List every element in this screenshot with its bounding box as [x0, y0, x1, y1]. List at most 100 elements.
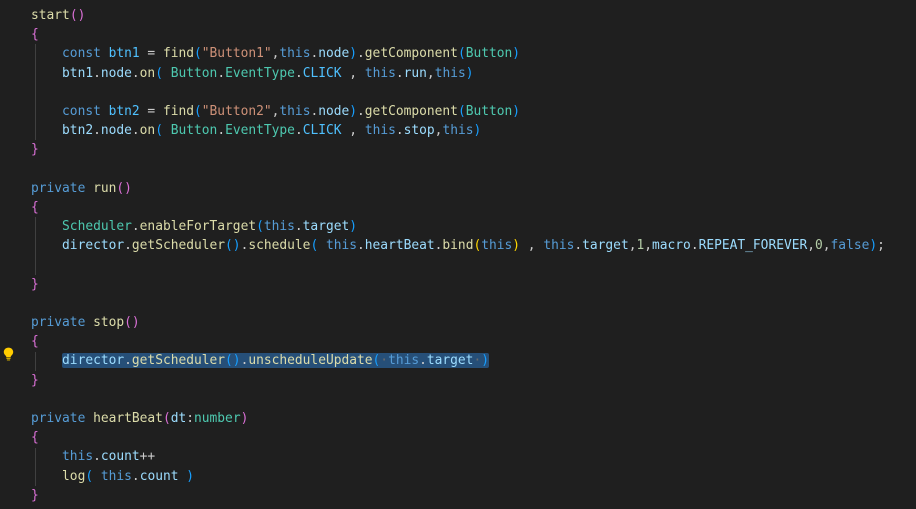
code-line[interactable]: }: [31, 371, 916, 390]
code-token: (): [124, 315, 140, 330]
code-token: (: [155, 65, 163, 81]
code-line[interactable]: this.count++: [31, 447, 916, 466]
code-token: find: [162, 46, 195, 62]
code-token: node: [318, 103, 350, 119]
code-token: ++: [139, 449, 156, 465]
code-token: .: [357, 103, 365, 119]
code-token: ): [481, 353, 489, 369]
code-token: this: [543, 238, 575, 254]
code-line[interactable]: btn2.node.on( Button.EventType.CLICK , t…: [31, 121, 916, 140]
code-line[interactable]: private heartBeat(dt:number): [31, 409, 916, 428]
code-token: CLICK: [302, 65, 342, 81]
code-line[interactable]: [31, 83, 916, 102]
code-token: ): [512, 46, 521, 62]
code-token: =: [139, 103, 163, 119]
code-line[interactable]: const btn1 = find("Button1",this.node).g…: [31, 44, 916, 63]
code-token: find: [162, 103, 195, 119]
code-token: btn2: [62, 123, 94, 139]
code-token: .: [131, 219, 140, 235]
code-token: .: [690, 238, 699, 254]
code-token: ): [349, 46, 358, 62]
code-token: }: [31, 142, 39, 158]
code-token: unscheduleUpdate: [248, 353, 373, 369]
code-token: private: [31, 180, 86, 196]
lightbulb-icon[interactable]: [3, 347, 14, 361]
code-line[interactable]: Scheduler.enableForTarget(this.target): [31, 217, 916, 236]
code-token: run: [403, 65, 427, 81]
code-line[interactable]: const btn2 = find("Button2",this.node).g…: [31, 102, 916, 121]
code-line[interactable]: private run(): [31, 179, 916, 198]
code-line[interactable]: [31, 294, 916, 313]
code-token: director: [62, 353, 125, 369]
code-line[interactable]: btn1.node.on( Button.EventType.CLICK , t…: [31, 64, 916, 83]
code-token: ,: [426, 65, 435, 81]
code-token: node: [318, 46, 350, 62]
code-token: run: [93, 180, 117, 196]
code-token: {: [31, 199, 39, 215]
code-token: ): [349, 103, 358, 119]
code-token: on: [139, 65, 156, 81]
code-token: .: [395, 65, 404, 81]
code-line[interactable]: director.getScheduler().unscheduleUpdate…: [31, 351, 916, 370]
indent-guide: [35, 44, 36, 141]
code-token: Button: [170, 123, 218, 139]
code-token: this: [279, 46, 311, 62]
code-line[interactable]: private stop(): [31, 313, 916, 332]
code-token: ): [512, 238, 521, 254]
code-token: .: [395, 123, 404, 139]
text-selection: director.getScheduler().unscheduleUpdate…: [62, 353, 489, 369]
code-token: on: [139, 123, 156, 139]
code-token: (: [194, 46, 202, 62]
code-token: number: [194, 410, 241, 426]
code-line[interactable]: director.getScheduler().schedule( this.h…: [31, 236, 916, 255]
code-token: const: [62, 103, 101, 119]
code-line[interactable]: start(): [31, 6, 916, 25]
code-token: log: [62, 468, 86, 484]
code-token: director: [62, 238, 125, 254]
code-line[interactable]: {: [31, 428, 916, 447]
code-token: this: [442, 123, 474, 139]
code-line[interactable]: }: [31, 140, 916, 159]
code-token: .: [131, 123, 140, 139]
code-line[interactable]: [31, 160, 916, 179]
code-line[interactable]: {: [31, 198, 916, 217]
code-token: .: [131, 468, 140, 484]
code-token: "Button1": [201, 46, 272, 62]
code-token: this: [388, 353, 420, 369]
code-token: getComponent: [364, 103, 458, 119]
code-token: REPEAT_FOREVER: [698, 238, 808, 254]
code-line[interactable]: }: [31, 275, 916, 294]
code-token: this: [100, 468, 132, 484]
code-token: {: [31, 334, 39, 350]
code-token: {: [31, 430, 39, 446]
code-token: ): [240, 410, 249, 426]
code-token: btn1: [62, 65, 94, 81]
code-token: }: [31, 372, 39, 388]
code-token: enableForTarget: [139, 219, 257, 235]
code-token: getScheduler: [131, 353, 226, 369]
code-token: .: [93, 65, 101, 81]
code-token: stop: [93, 315, 125, 330]
code-token: const: [62, 46, 101, 62]
code-token: (): [225, 238, 241, 254]
code-token: getScheduler: [131, 238, 226, 254]
code-token: .: [217, 65, 226, 81]
code-editor[interactable]: start(){ const btn1 = find("Button1",thi…: [0, 0, 916, 509]
code-token: Scheduler: [62, 219, 132, 235]
code-token: ): [465, 65, 474, 81]
code-line[interactable]: [31, 255, 916, 274]
code-line[interactable]: {: [31, 25, 916, 44]
indent-guide: [35, 217, 36, 275]
code-token: count: [100, 449, 140, 465]
code-line[interactable]: }: [31, 486, 916, 505]
code-line[interactable]: log( this.count ): [31, 467, 916, 486]
code-line[interactable]: {: [31, 332, 916, 351]
code-token: .: [217, 123, 226, 139]
code-line[interactable]: [31, 390, 916, 409]
code-area[interactable]: start(){ const btn1 = find("Button1",thi…: [31, 6, 916, 505]
code-token: btn2: [108, 103, 140, 119]
code-token: (: [256, 219, 264, 235]
code-token: ,: [520, 238, 544, 254]
